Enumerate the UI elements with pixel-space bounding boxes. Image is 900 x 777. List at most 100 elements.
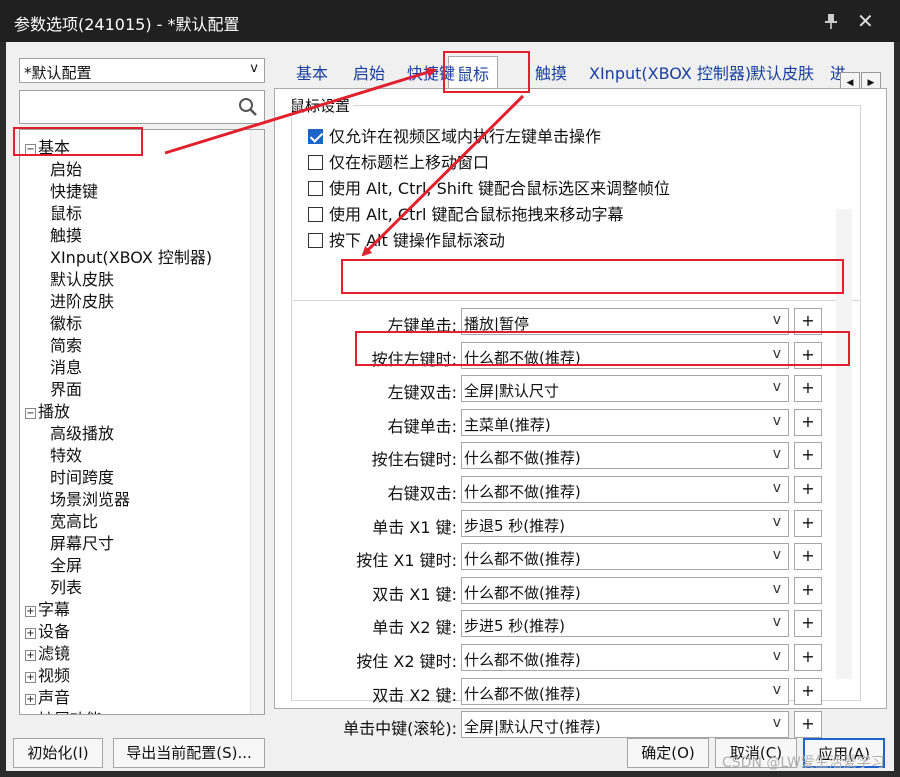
action-dropdown[interactable]: 步进5 秒(推荐) v (461, 610, 789, 638)
tree-item[interactable]: 宽高比 (50, 508, 99, 531)
expand-icon[interactable]: + (25, 606, 36, 617)
action-value: 步退5 秒(推荐) (464, 516, 566, 535)
action-dropdown[interactable]: 主菜单(推荐) v (461, 408, 789, 436)
tree-item[interactable]: + 视频 (25, 662, 70, 685)
tree-item[interactable]: 高级播放 (50, 420, 114, 443)
search-icon[interactable] (238, 97, 258, 117)
tree-item[interactable]: 全屏 (50, 552, 82, 575)
action-label: 按住 X2 键时: (356, 652, 457, 671)
checkbox-checked-icon[interactable] (308, 129, 323, 144)
pin-icon[interactable] (822, 12, 840, 30)
chevron-down-icon: v (772, 412, 781, 429)
add-action-button[interactable]: + (794, 375, 822, 403)
checkbox-option[interactable]: 仅允许在视频区域内执行左键单击操作 (308, 123, 601, 146)
checkbox-option[interactable]: 使用 Alt, Ctrl, Shift 键配合鼠标选区来调整帧位 (308, 175, 671, 198)
tree-item[interactable]: 徽标 (50, 310, 82, 333)
tree-item[interactable]: 简索 (50, 332, 83, 355)
checkbox-icon[interactable] (308, 233, 323, 248)
tree-item[interactable]: +扩展功能 (25, 706, 102, 714)
add-action-button[interactable]: + (794, 543, 822, 571)
action-dropdown[interactable]: 什么都不做(推荐) v (461, 576, 789, 604)
tree-item[interactable]: + 字幕 (25, 596, 70, 619)
add-action-button[interactable]: + (794, 509, 822, 537)
ok-button[interactable]: 确定(O) (627, 738, 709, 768)
title-bar[interactable]: 参数选项(241015) - *默认配置 ✕ (0, 0, 900, 42)
profile-value: *默认配置 (24, 64, 92, 82)
tree-item[interactable]: + 滤镜 (25, 640, 71, 663)
tree-item-label: XInput(XBOX 控制器) (50, 248, 213, 267)
tree-item[interactable]: 进阶皮肤 (50, 288, 114, 311)
init-button[interactable]: 初始化(I) (13, 738, 103, 768)
tree-scrollbar[interactable] (250, 130, 264, 714)
profile-select[interactable]: *默认配置 v (19, 58, 265, 83)
category-tree[interactable]: +扩展功能+声音+视频+滤镜+设备+字幕列表全屏屏幕尺寸宽高比场景浏览器时间跨度… (19, 129, 265, 715)
tree-item[interactable]: 鼠标 (50, 200, 82, 223)
action-dropdown[interactable]: 全屏|默认尺寸 v (461, 375, 789, 403)
add-action-button[interactable]: + (794, 677, 822, 705)
tree-item[interactable]: + 声音 (25, 684, 70, 707)
action-dropdown[interactable]: 步退5 秒(推荐) v (461, 509, 789, 537)
expand-icon[interactable]: + (25, 650, 36, 661)
tab-item[interactable]: 默认皮肤 (750, 60, 814, 84)
tree-item[interactable]: 快捷键 (50, 178, 98, 201)
tree-item-label: 列表 (50, 578, 83, 597)
checkbox-option[interactable]: 仅在标题栏上移动窗口 (308, 149, 489, 172)
action-dropdown[interactable]: 什么都不做(推荐) v (461, 543, 789, 571)
action-dropdown[interactable]: 什么都不做(推荐) v (461, 442, 789, 470)
checkbox-icon[interactable] (308, 207, 323, 222)
tree-item[interactable]: 界面 (50, 376, 82, 399)
checkbox-label: 使用 Alt, Ctrl 键配合鼠标拖拽来移动字幕 (329, 205, 624, 224)
tree-item[interactable]: 启始 (50, 156, 82, 179)
add-action-button[interactable]: + (794, 576, 822, 604)
chevron-down-icon: v (772, 513, 781, 530)
tree-item[interactable]: 特效 (50, 442, 82, 465)
add-action-button[interactable]: + (794, 476, 822, 503)
tree-item[interactable]: 消息 (50, 354, 82, 377)
add-action-button[interactable]: + (794, 711, 822, 739)
expand-icon[interactable]: + (25, 672, 36, 683)
checkbox-icon[interactable] (308, 181, 323, 196)
tree-item[interactable]: XInput(XBOX 控制器) (50, 244, 213, 267)
chevron-down-icon: v (772, 480, 781, 496)
action-dropdown[interactable]: 全屏|默认尺寸(推荐) v (461, 711, 789, 739)
tree-item[interactable]: 触摸 (50, 222, 83, 245)
chevron-down-icon: v (772, 681, 781, 698)
tab-item[interactable]: XInput(XBOX 控制器) (589, 60, 751, 84)
add-action-button[interactable]: + (794, 408, 822, 436)
add-action-button[interactable]: + (794, 442, 822, 470)
action-dropdown[interactable]: 什么都不做(推荐) v (461, 476, 789, 503)
action-dropdown[interactable]: 什么都不做(推荐) v (461, 677, 789, 705)
chevron-down-icon: v (772, 446, 781, 463)
action-value: 什么都不做(推荐) (464, 651, 581, 669)
checkbox-label: 使用 Alt, Ctrl, Shift 键配合鼠标选区来调整帧位 (329, 179, 671, 198)
checkbox-option[interactable]: 使用 Alt, Ctrl 键配合鼠标拖拽来移动字幕 (308, 201, 624, 224)
close-icon[interactable]: ✕ (857, 9, 874, 33)
expand-icon[interactable]: + (25, 628, 36, 639)
tree-item-label: 宽高比 (50, 512, 99, 531)
action-value: 步进5 秒(推荐) (464, 617, 566, 636)
tree-search-input[interactable] (19, 90, 265, 124)
export-config-button[interactable]: 导出当前配置(S)... (113, 738, 265, 768)
tab-item[interactable]: 启始 (353, 60, 385, 84)
tab-item[interactable]: 触摸 (535, 60, 567, 84)
tree-item-label: 滤镜 (38, 644, 71, 663)
action-label: 按住右键时: (371, 450, 457, 470)
checkbox-icon[interactable] (308, 155, 323, 170)
tab-item[interactable]: 基本 (296, 60, 328, 84)
tree-item[interactable]: 列表 (50, 574, 83, 597)
add-action-button[interactable]: + (794, 610, 822, 638)
action-dropdown[interactable]: 什么都不做(推荐) v (461, 644, 789, 671)
tree-item[interactable]: 屏幕尺寸 (50, 530, 114, 553)
tree-item-label: 简索 (50, 336, 83, 355)
chevron-down-icon: v (772, 614, 781, 631)
expand-icon[interactable]: + (25, 694, 36, 705)
tree-item[interactable]: − 播放 (25, 398, 70, 421)
tree-item[interactable]: 时间跨度 (50, 464, 114, 487)
tree-item-label: 触摸 (50, 226, 83, 245)
add-action-button[interactable]: + (794, 644, 822, 671)
collapse-icon[interactable]: − (25, 408, 36, 419)
tree-item[interactable]: + 设备 (25, 618, 70, 641)
tree-item[interactable]: 场景浏览器 (50, 486, 130, 509)
checkbox-option[interactable]: 按下 Alt 键操作鼠标滚动 (308, 227, 505, 250)
tree-item[interactable]: 默认皮肤 (50, 266, 114, 289)
